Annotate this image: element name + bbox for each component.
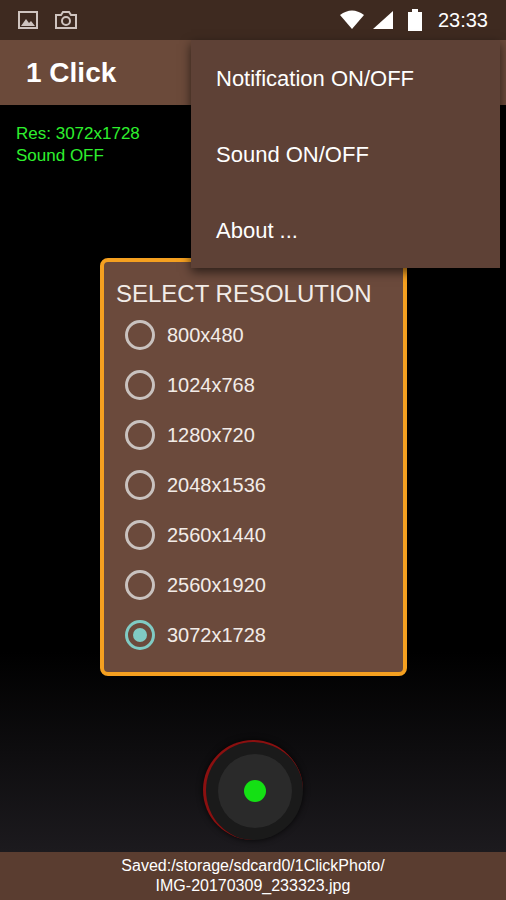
menu-item-label: Notification ON/OFF [216, 62, 414, 95]
status-bar: 23:33 [0, 0, 506, 40]
resolution-option[interactable]: 3072x1728 [104, 610, 403, 660]
radio-button[interactable] [125, 420, 155, 450]
resolution-dialog: SELECT RESOLUTION 800x480 1024x768 1280x72… [100, 258, 407, 676]
menu-item-label: Sound ON/OFF [216, 138, 369, 171]
radio-button[interactable] [125, 320, 155, 350]
option-label: 1280x720 [167, 420, 255, 450]
shutter-button[interactable] [203, 740, 303, 840]
option-label: 2560x1440 [167, 520, 266, 550]
signal-icon [372, 10, 394, 30]
radio-button[interactable] [125, 370, 155, 400]
clock: 23:33 [438, 10, 488, 30]
resolution-option[interactable]: 2560x1440 [104, 510, 403, 560]
gallery-icon [18, 11, 38, 29]
resolution-option[interactable]: 1024x768 [104, 360, 403, 410]
option-label: 1024x768 [167, 370, 255, 400]
wifi-icon [340, 10, 364, 30]
menu-item[interactable]: About ... [191, 192, 500, 268]
radio-button[interactable] [125, 470, 155, 500]
resolution-option[interactable]: 2560x1920 [104, 560, 403, 610]
radio-dot [133, 628, 147, 642]
option-label: 3072x1728 [167, 620, 266, 650]
options-menu: Notification ON/OFF Sound ON/OFF About ... [191, 40, 500, 268]
radio-button[interactable] [125, 570, 155, 600]
app-title: 1 Click [26, 52, 116, 94]
menu-item-label: About ... [216, 214, 298, 247]
radio-button[interactable] [125, 620, 155, 650]
resolution-option[interactable]: 800x480 [104, 310, 403, 360]
option-label: 2560x1920 [167, 570, 266, 600]
saved-path: Saved:/storage/sdcard0/1ClickPhoto/ [121, 856, 384, 876]
resolution-option[interactable]: 2048x1536 [104, 460, 403, 510]
saved-path: IMG-20170309_233323.jpg [156, 876, 351, 896]
footer-bar: Saved:/storage/sdcard0/1ClickPhoto/IMG-2… [0, 852, 506, 900]
ready-dot [244, 780, 266, 802]
dialog-title: SELECT RESOLUTION [104, 278, 403, 310]
resolution-option[interactable]: 1280x720 [104, 410, 403, 460]
battery-icon [408, 9, 422, 31]
radio-button[interactable] [125, 520, 155, 550]
option-label: 2048x1536 [167, 470, 266, 500]
menu-item[interactable]: Sound ON/OFF [191, 116, 500, 192]
option-label: 800x480 [167, 320, 244, 350]
menu-item[interactable]: Notification ON/OFF [191, 40, 500, 116]
app-screen: 23:33 1 Click Res: 3072x1728Sound OFF Sa… [0, 0, 506, 900]
camera-icon [54, 10, 78, 30]
